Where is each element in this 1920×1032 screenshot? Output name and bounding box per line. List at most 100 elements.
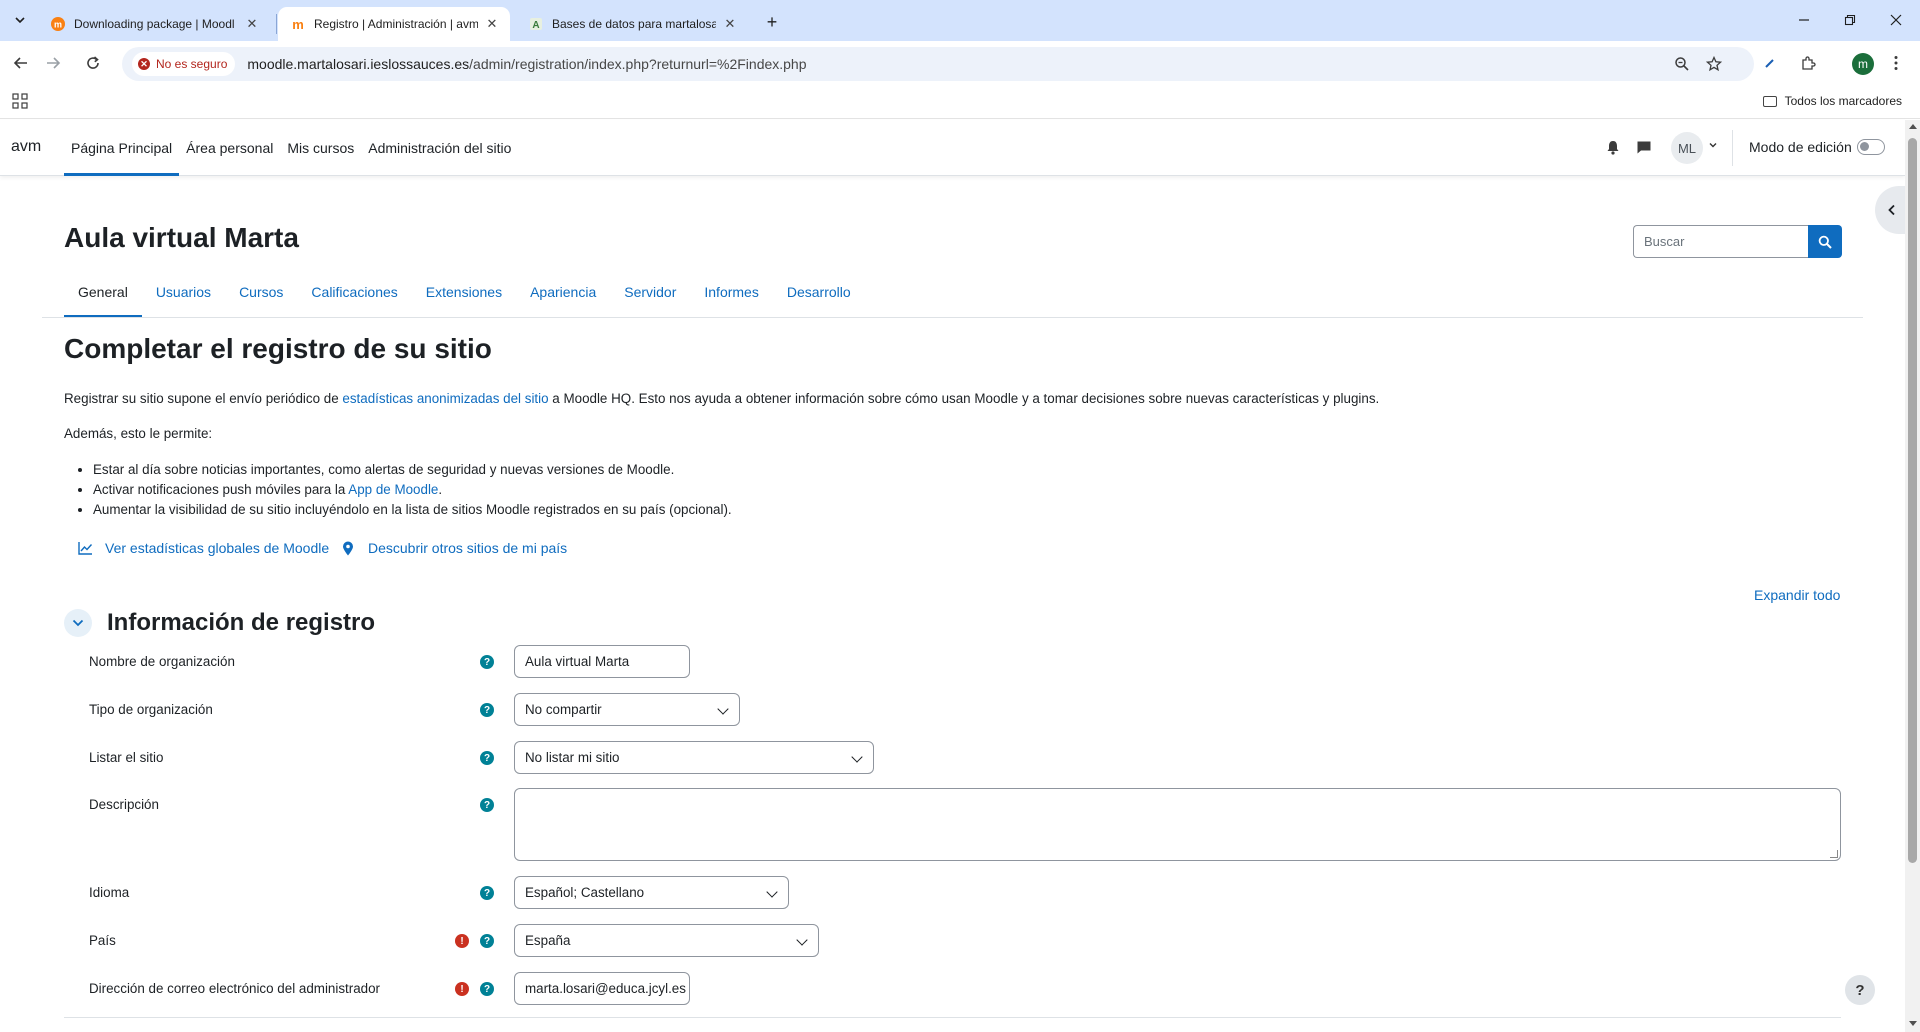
help-icon[interactable]: ? bbox=[480, 982, 494, 996]
page-scrollbar[interactable] bbox=[1905, 120, 1920, 1032]
all-bookmarks-button[interactable]: Todos los marcadores bbox=[1762, 94, 1902, 108]
bookmark-star-icon[interactable] bbox=[1704, 54, 1724, 74]
tab-extensiones[interactable]: Extensiones bbox=[412, 276, 516, 318]
tab-desarrollo[interactable]: Desarrollo bbox=[773, 276, 865, 318]
address-bar[interactable]: ✕ No es seguro moodle.martalosari.ieslos… bbox=[122, 47, 1754, 81]
intro-text-after: a Moodle HQ. Esto nos ayuda a obtener in… bbox=[548, 391, 1380, 406]
help-icon[interactable]: ? bbox=[480, 886, 494, 900]
field-label: País bbox=[89, 933, 116, 948]
new-tab-button[interactable]: + bbox=[760, 10, 784, 34]
admin-email-input[interactable]: marta.losari@educa.jcyl.es bbox=[514, 972, 690, 1005]
help-icon[interactable]: ? bbox=[480, 751, 494, 765]
tab-apariencia[interactable]: Apariencia bbox=[516, 276, 610, 318]
benefits-list: Estar al día sobre noticias importantes,… bbox=[93, 460, 732, 520]
restore-button[interactable] bbox=[1827, 0, 1873, 40]
chevron-down-icon bbox=[15, 17, 25, 24]
admin-search-input[interactable]: Buscar bbox=[1633, 225, 1808, 258]
browser-tab-bases-datos[interactable]: A Bases de datos para martalosar ✕ bbox=[516, 7, 748, 41]
kebab-menu-icon[interactable] bbox=[1885, 52, 1907, 74]
scroll-down-arrow[interactable] bbox=[1909, 1021, 1917, 1026]
close-window-button[interactable] bbox=[1873, 0, 1919, 40]
extensions-icon[interactable] bbox=[1797, 52, 1819, 74]
scrollbar-thumb[interactable] bbox=[1908, 138, 1917, 863]
moodle-navbar: avm Página Principal Área personal Mis c… bbox=[0, 120, 1905, 176]
primary-navigation: Página Principal Área personal Mis curso… bbox=[64, 120, 518, 176]
tab-calificaciones[interactable]: Calificaciones bbox=[297, 276, 411, 318]
help-icon[interactable]: ? bbox=[480, 934, 494, 948]
edit-mode-toggle[interactable] bbox=[1857, 139, 1885, 155]
list-item: Aumentar la visibilidad de su sitio incl… bbox=[93, 500, 732, 520]
help-footer-button[interactable]: ? bbox=[1845, 975, 1875, 1005]
country-select[interactable]: España bbox=[514, 924, 819, 957]
scroll-up-arrow[interactable] bbox=[1909, 124, 1917, 129]
nav-item-pagina-principal[interactable]: Página Principal bbox=[64, 120, 180, 176]
anonymised-stats-link[interactable]: estadísticas anonimizadas del sitio bbox=[342, 391, 548, 406]
search-button[interactable] bbox=[1808, 225, 1842, 258]
browser-tab-downloading[interactable]: m Downloading package | Moodl ✕ bbox=[38, 7, 270, 41]
tab-cursos[interactable]: Cursos bbox=[225, 276, 297, 318]
security-label: No es seguro bbox=[156, 57, 228, 71]
moodle-favicon-icon: m bbox=[290, 16, 306, 32]
language-select[interactable]: Español; Castellano bbox=[514, 876, 789, 909]
reload-button[interactable] bbox=[80, 50, 106, 76]
tab-informes[interactable]: Informes bbox=[690, 276, 772, 318]
notifications-bell-icon[interactable] bbox=[1604, 138, 1622, 156]
user-avatar[interactable]: ML bbox=[1671, 132, 1703, 164]
apps-grid-icon[interactable] bbox=[12, 93, 28, 109]
profile-avatar[interactable]: m bbox=[1852, 53, 1874, 75]
section-divider bbox=[64, 1017, 1841, 1018]
registration-heading: Completar el registro de su sitio bbox=[64, 333, 492, 364]
select-value: España bbox=[525, 933, 571, 948]
tab-search-button[interactable] bbox=[8, 8, 32, 32]
folder-icon bbox=[1762, 95, 1777, 107]
security-indicator[interactable]: ✕ No es seguro bbox=[132, 52, 236, 76]
chevron-down-icon[interactable] bbox=[1708, 140, 1718, 153]
nav-item-administracion[interactable]: Administración del sitio bbox=[361, 120, 518, 176]
browser-tab-registro[interactable]: m Registro | Administración | avm ✕ bbox=[278, 7, 510, 41]
tab-separator bbox=[276, 14, 277, 34]
tab-title: Bases de datos para martalosar bbox=[552, 17, 716, 31]
description-textarea[interactable] bbox=[514, 788, 1841, 861]
help-icon[interactable]: ? bbox=[480, 703, 494, 717]
tab-title: Downloading package | Moodl bbox=[74, 17, 235, 31]
list-site-select[interactable]: No listar mi sitio bbox=[514, 741, 874, 774]
messages-chat-icon[interactable] bbox=[1635, 138, 1653, 156]
close-tab-icon[interactable]: ✕ bbox=[722, 16, 738, 32]
expand-all-link[interactable]: Expandir todo bbox=[1754, 587, 1840, 603]
help-icon[interactable]: ? bbox=[480, 798, 494, 812]
minimize-button[interactable] bbox=[1781, 0, 1827, 40]
org-type-select[interactable]: No compartir bbox=[514, 693, 740, 726]
section-title: Información de registro bbox=[107, 609, 376, 636]
tab-servidor[interactable]: Servidor bbox=[610, 276, 690, 318]
global-stats-link[interactable]: Ver estadísticas globales de Moodle bbox=[77, 540, 329, 556]
close-tab-icon[interactable]: ✕ bbox=[244, 16, 260, 32]
org-name-input[interactable]: Aula virtual Marta bbox=[514, 645, 690, 678]
nav-item-area-personal[interactable]: Área personal bbox=[179, 120, 280, 176]
pen-icon[interactable] bbox=[1759, 52, 1781, 74]
nav-item-mis-cursos[interactable]: Mis cursos bbox=[280, 120, 361, 176]
forward-button[interactable] bbox=[40, 50, 66, 76]
back-button[interactable] bbox=[8, 50, 34, 76]
zoom-icon[interactable] bbox=[1672, 54, 1692, 74]
search-icon bbox=[1818, 235, 1832, 249]
moodle-favicon-icon: m bbox=[50, 16, 66, 32]
resize-grip-icon[interactable] bbox=[1830, 850, 1838, 858]
help-icon[interactable]: ? bbox=[480, 655, 494, 669]
close-tab-icon[interactable]: ✕ bbox=[484, 16, 500, 32]
navbar-divider bbox=[1732, 130, 1733, 166]
arrow-right-icon bbox=[47, 57, 61, 69]
database-favicon-icon: A bbox=[528, 16, 544, 32]
collapse-section-button[interactable] bbox=[64, 609, 92, 637]
list-item: Activar notificaciones push móviles para… bbox=[93, 480, 732, 500]
moodle-app-link[interactable]: App de Moodle bbox=[348, 482, 438, 497]
profile-initial: m bbox=[1858, 57, 1868, 71]
discover-sites-link[interactable]: Descubrir otros sitios de mi país bbox=[340, 540, 567, 556]
bullet-text: Activar notificaciones push móviles para… bbox=[93, 482, 349, 497]
tab-usuarios[interactable]: Usuarios bbox=[142, 276, 225, 318]
tab-title: Registro | Administración | avm bbox=[314, 17, 478, 31]
arrow-left-icon bbox=[13, 57, 27, 69]
intro-text-before: Registrar su sitio supone el envío perió… bbox=[64, 391, 343, 406]
site-brand[interactable]: avm bbox=[11, 138, 41, 156]
tab-general[interactable]: General bbox=[64, 276, 142, 318]
select-value: Español; Castellano bbox=[525, 885, 645, 900]
